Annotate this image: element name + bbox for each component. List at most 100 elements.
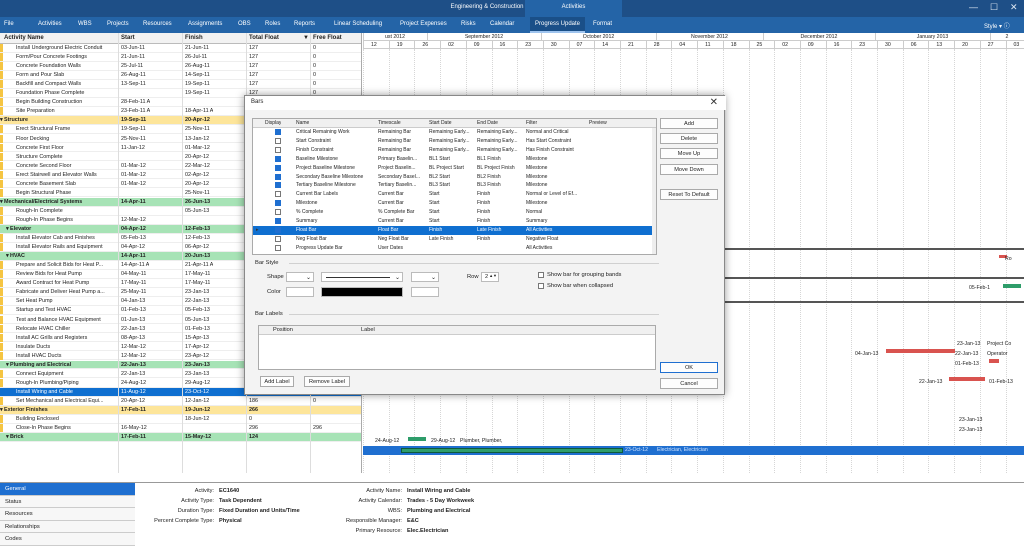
- table-row[interactable]: Form/Pour Concrete Footings 21-Jun-11 26-J…: [0, 53, 361, 62]
- bars-row[interactable]: Current Bar Labels Current Bar Start Finish…: [253, 190, 656, 199]
- bars-row[interactable]: Project Baseline Milestone Project Baseli…: [253, 164, 656, 173]
- display-checkbox[interactable]: [275, 200, 281, 207]
- bars-row[interactable]: Tertiary Baseline Milestone Tertiary Base…: [253, 181, 656, 190]
- display-checkbox[interactable]: [275, 244, 281, 251]
- display-checkbox[interactable]: [275, 235, 281, 242]
- add-label-button[interactable]: Add Label: [260, 376, 294, 387]
- shape-middle-select[interactable]: ⌄: [321, 272, 403, 282]
- display-checkbox[interactable]: [275, 209, 281, 216]
- display-checkbox[interactable]: [275, 155, 281, 162]
- collapse-icon[interactable]: ▾: [0, 407, 3, 413]
- menu-linear-scheduling[interactable]: Linear Scheduling: [334, 21, 382, 27]
- bars-row[interactable]: Critical Remaining Work Remaining Bar Rema…: [253, 128, 656, 137]
- table-row[interactable]: Building Enclosed 18-Jun-12 0: [0, 415, 361, 424]
- display-checkbox[interactable]: [275, 191, 281, 198]
- activity-bar[interactable]: [408, 437, 426, 441]
- col-activity-name[interactable]: Activity Name: [4, 35, 44, 41]
- collapse-icon[interactable]: ▾: [6, 434, 9, 440]
- dialog-close-icon[interactable]: ✕: [710, 97, 718, 108]
- collapse-icon[interactable]: ▾: [6, 362, 9, 368]
- menu-file[interactable]: File: [4, 21, 14, 27]
- shape-end-select[interactable]: ⌄: [411, 272, 439, 282]
- col-finish[interactable]: Finish: [185, 35, 203, 41]
- menu-assignments[interactable]: Assignments: [188, 21, 222, 27]
- bars-row[interactable]: Summary Current Bar Start Finish Summary: [253, 217, 656, 226]
- menu-resources[interactable]: Resources: [143, 21, 172, 27]
- maximize-icon[interactable]: ☐: [990, 2, 998, 13]
- table-row[interactable]: Concrete Foundation Walls 25-Jul-11 26-Aug…: [0, 62, 361, 71]
- tab-status[interactable]: Status: [0, 495, 135, 509]
- reset-to-default-button[interactable]: Reset To Default: [660, 189, 718, 200]
- row-stepper[interactable]: 2 ▲▼: [481, 272, 499, 282]
- bars-row[interactable]: Secondary Baseline Milestone Secondary Ba…: [253, 173, 656, 182]
- remove-label-button[interactable]: Remove Label: [304, 376, 350, 387]
- menu-format[interactable]: Format: [593, 21, 612, 27]
- menu-activities[interactable]: Activities: [38, 21, 62, 27]
- menu-calendar[interactable]: Calendar: [490, 21, 514, 27]
- display-checkbox[interactable]: [275, 218, 281, 224]
- display-checkbox[interactable]: [275, 137, 281, 144]
- menu-obs[interactable]: OBS: [238, 21, 251, 27]
- table-row[interactable]: Install Underground Electric Conduit 03-J…: [0, 44, 361, 53]
- color-middle-swatch[interactable]: [321, 287, 403, 297]
- sort-arrow-icon[interactable]: ▼: [303, 35, 309, 41]
- add-button[interactable]: Add: [660, 118, 718, 129]
- color-start-swatch[interactable]: [286, 287, 314, 297]
- wbs-row[interactable]: ▾ Exterior Finishes 17-Feb-11 19-Jun-12 266: [0, 406, 361, 415]
- col-start[interactable]: Start: [121, 35, 135, 41]
- shape-start-select[interactable]: ⌄: [286, 272, 314, 282]
- activity-bar[interactable]: [949, 377, 985, 381]
- bars-row[interactable]: Progress Update Bar User Dates All Activit…: [253, 244, 656, 253]
- stepper-arrows-icon[interactable]: ▲▼: [489, 273, 497, 278]
- activity-bar[interactable]: [886, 349, 955, 353]
- color-end-swatch[interactable]: [411, 287, 439, 297]
- display-checkbox[interactable]: [275, 182, 281, 189]
- display-checkbox[interactable]: [275, 173, 281, 180]
- cancel-button[interactable]: Cancel: [660, 378, 718, 389]
- bars-row[interactable]: % Complete % Complete Bar Start Finish Norma…: [253, 208, 656, 217]
- bars-row[interactable]: Neg Float Bar Neg Float Bar Late Finish Fin…: [253, 235, 656, 244]
- display-checkbox[interactable]: [275, 164, 281, 171]
- show-collapsed-checkbox[interactable]: [538, 283, 544, 289]
- display-checkbox[interactable]: [275, 226, 281, 233]
- menu-progress-update[interactable]: Progress Update: [530, 17, 586, 33]
- move-down-button[interactable]: Move Down: [660, 164, 718, 175]
- collapse-icon[interactable]: ▾: [0, 117, 3, 123]
- tab-relationships[interactable]: Relationships: [0, 520, 135, 534]
- context-tab-activities[interactable]: Activities: [525, 0, 622, 17]
- bars-row[interactable]: Start Constraint Remaining Bar Remaining E…: [253, 137, 656, 146]
- minimize-icon[interactable]: —: [969, 2, 978, 12]
- tab-resources[interactable]: Resources: [0, 508, 135, 521]
- menu-wbs[interactable]: WBS: [78, 21, 92, 27]
- table-row[interactable]: Set Mechanical and Electrical Equi... 20-…: [0, 396, 361, 406]
- tab-codes[interactable]: Codes: [0, 533, 135, 546]
- wbs-row[interactable]: ▾ Brick 17-Feb-11 15-May-12 124: [0, 433, 361, 442]
- menu-reports[interactable]: Reports: [294, 21, 315, 27]
- menu-risks[interactable]: Risks: [461, 21, 476, 27]
- activity-bar[interactable]: [401, 448, 623, 453]
- bars-row[interactable]: Milestone Current Bar Start Finish Milestone…: [253, 199, 656, 208]
- activity-bar[interactable]: [1003, 284, 1021, 288]
- delete-button[interactable]: Delete: [660, 133, 718, 144]
- bars-table-scrollbar[interactable]: [652, 128, 656, 254]
- collapse-icon[interactable]: ▾: [0, 199, 3, 205]
- close-icon[interactable]: ✕: [1010, 2, 1018, 13]
- ok-button[interactable]: OK: [660, 362, 718, 373]
- bars-row[interactable]: ▸ Float Bar Float Bar Finish Late Finish All …: [253, 225, 656, 235]
- tab-general[interactable]: General: [0, 483, 135, 496]
- table-row[interactable]: Backfill and Compact Walls 13-Sep-11 19-Se…: [0, 80, 361, 89]
- bars-row[interactable]: Baseline Milestone Primary Baselin... BL1 …: [253, 155, 656, 164]
- table-row[interactable]: Close-In Phase Begins 16-May-12 296 296: [0, 424, 361, 433]
- menu-projects[interactable]: Projects: [107, 21, 129, 27]
- menu-project-expenses[interactable]: Project Expenses: [400, 21, 447, 27]
- move-up-button[interactable]: Move Up: [660, 148, 718, 159]
- bars-row[interactable]: Finish Constraint Remaining Bar Remaining …: [253, 146, 656, 155]
- style-menu[interactable]: Style ▾ ⓘ: [984, 21, 1010, 30]
- menu-roles[interactable]: Roles: [265, 21, 280, 27]
- table-row[interactable]: Form and Pour Slab 26-Aug-11 14-Sep-11 127 0: [0, 71, 361, 80]
- col-total-float[interactable]: Total Float: [249, 35, 279, 41]
- activity-bar[interactable]: [989, 359, 999, 363]
- col-free-float[interactable]: Free Float: [313, 35, 342, 41]
- display-checkbox[interactable]: [275, 146, 281, 153]
- display-checkbox[interactable]: [275, 129, 281, 135]
